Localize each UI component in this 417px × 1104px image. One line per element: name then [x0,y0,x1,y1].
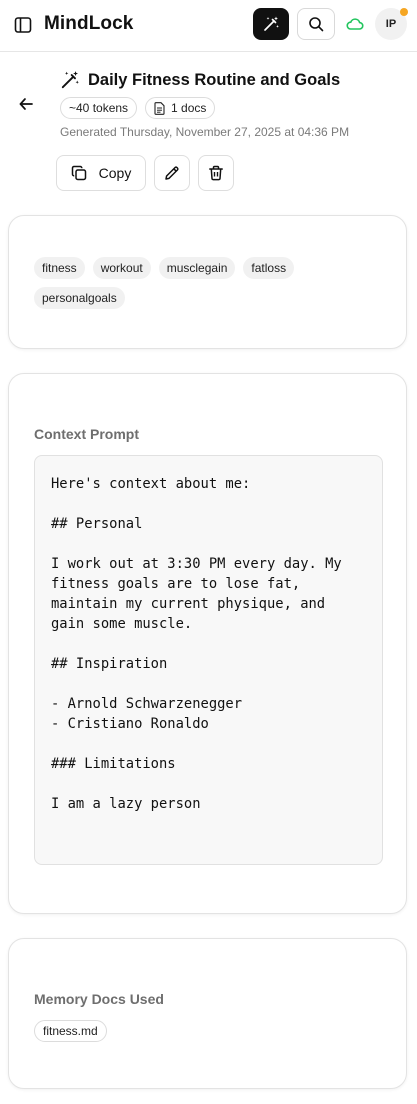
trash-icon [209,165,223,181]
search-button[interactable] [297,8,335,40]
tag-chip[interactable]: fitness [34,257,85,279]
app-title: MindLock [44,13,134,34]
token-count-badge: ~40 tokens [60,97,138,119]
sidebar-toggle-icon[interactable] [12,14,34,36]
search-icon [309,17,324,32]
document-icon [154,101,165,115]
tag-list: fitness workout musclegain fatloss perso… [34,257,384,309]
tags-card: fitness workout musclegain fatloss perso… [8,215,407,349]
context-prompt-heading: Context Prompt [34,426,139,442]
action-bar: Copy [56,155,234,191]
docs-count-label: 1 docs [171,101,207,115]
edit-button[interactable] [154,155,190,191]
copy-button-label: Copy [98,165,132,181]
back-button[interactable] [14,92,38,116]
cloud-sync-icon[interactable] [345,14,365,34]
context-prompt-card: Context Prompt Here's context about me: … [8,373,407,914]
app-bar: MindLock IP [0,0,417,52]
context-prompt-text[interactable]: Here's context about me: ## Personal I w… [34,455,383,865]
token-count-label: ~40 tokens [69,101,129,115]
document-header: Daily Fitness Routine and Goals [60,70,340,90]
memory-doc-chip[interactable]: fitness.md [34,1020,107,1042]
tag-chip[interactable]: fatloss [243,257,295,279]
docs-count-badge: 1 docs [145,97,216,119]
arrow-left-icon [19,98,33,110]
delete-button[interactable] [198,155,234,191]
tag-chip[interactable]: workout [92,257,151,279]
document-title: Daily Fitness Routine and Goals [88,70,341,89]
copy-button[interactable]: Copy [56,155,146,191]
tag-chip[interactable]: musclegain [158,257,236,279]
tag-chip[interactable]: personalgoals [34,287,125,309]
generated-timestamp: Generated Thursday, November 27, 2025 at… [60,125,350,139]
copy-icon [71,165,86,181]
generate-button[interactable] [253,8,289,40]
memory-docs-card: Memory Docs Used fitness.md [8,938,407,1089]
magic-wand-icon [61,71,79,89]
notification-dot [400,8,408,16]
magic-wand-icon [264,16,279,31]
document-meta: ~40 tokens 1 docs [60,97,216,119]
memory-docs-heading: Memory Docs Used [34,991,164,1007]
pencil-icon [165,166,179,180]
